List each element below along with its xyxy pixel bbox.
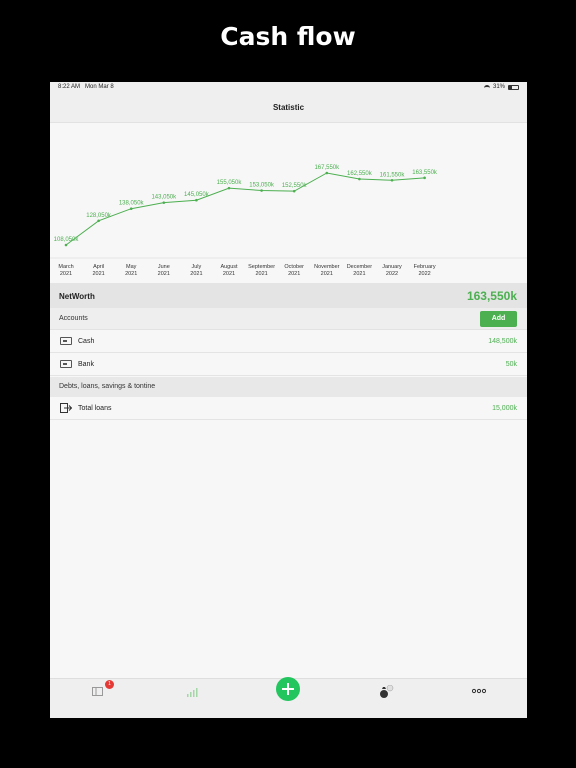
accounts-header-label: Accounts	[59, 315, 88, 322]
chart-data-label: 152,550k	[282, 183, 308, 189]
chart-data-label: 128,050k	[86, 213, 112, 219]
chart-x-tick-label: November	[314, 264, 340, 270]
chart-point	[195, 198, 198, 202]
chart-point	[129, 207, 133, 210]
bank-card-icon	[60, 360, 72, 368]
chart-x-tick-label: October	[284, 264, 304, 270]
networth-line-chart: 108,050k March 2021 128,050k April 2021 138,05…	[50, 123, 527, 283]
chart-data-label: 163,550k	[412, 170, 438, 176]
transactions-icon	[92, 687, 103, 696]
chart-data-label: 162,550k	[347, 171, 373, 177]
chart-x-tick-label: 2021	[353, 271, 365, 277]
more-icon	[472, 688, 486, 694]
account-row-bank[interactable]: Bank 50k	[50, 353, 527, 376]
chart-point	[358, 177, 361, 181]
chart-x-tick-label: June	[158, 264, 170, 270]
account-name: Cash	[78, 338, 95, 345]
status-time: 8:22 AM	[58, 84, 81, 90]
networth-label: NetWorth	[59, 292, 95, 301]
app-window: 8:22 AM Mon Mar 8 31% Statistic 108,050k…	[50, 82, 527, 718]
promo-title: Cash flow	[220, 22, 356, 51]
battery-icon	[508, 84, 519, 90]
chart-x-tick-label: 2022	[418, 271, 430, 277]
chart-x-tick-label: 2021	[92, 271, 104, 277]
notification-badge: 1	[105, 680, 114, 689]
chart-point	[97, 219, 100, 223]
debt-name: Total loans	[78, 405, 112, 412]
debt-value: 15,000k	[492, 405, 517, 412]
chart-data-label: 167,550k	[314, 165, 340, 171]
status-time-date: 8:22 AM Mon Mar 8	[58, 84, 114, 90]
chart-x-tick-label: 2021	[125, 271, 137, 277]
chart-x-tick-label: 2021	[158, 271, 170, 277]
chart-point	[227, 186, 231, 190]
add-account-button[interactable]: Add	[480, 311, 517, 327]
chart-data-label: 143,050k	[151, 195, 177, 201]
status-date: Mon Mar 8	[85, 84, 114, 90]
account-name: Bank	[78, 361, 94, 368]
networth-row[interactable]: NetWorth 163,550k	[50, 283, 527, 308]
chart-point	[162, 201, 166, 204]
chart-data-label: 153,050k	[249, 183, 275, 189]
chart-x-tick-label: December	[347, 264, 373, 270]
accounts-section-header: Accounts Add	[50, 308, 527, 330]
chart-data-label: 108,050k	[54, 237, 80, 243]
chart-x-tick-label: January	[382, 264, 402, 270]
page-title: Statistic	[272, 103, 305, 112]
debts-section-header: Debts, loans, savings & tontine	[50, 377, 527, 397]
chart-x-tick-label: 2021	[60, 271, 72, 277]
status-bar: 8:22 AM Mon Mar 8 31%	[50, 82, 527, 93]
chart-x-tick-label: 2021	[321, 271, 333, 277]
tab-more[interactable]	[468, 683, 492, 699]
networth-value: 163,550k	[466, 289, 517, 303]
chart-point	[390, 178, 394, 182]
tab-statistics[interactable]	[184, 683, 208, 699]
chart-data-label: 138,050k	[119, 201, 145, 207]
chart-x-tick-label: 2022	[386, 271, 398, 277]
navigation-bar: Statistic	[50, 93, 527, 123]
chart-point	[292, 189, 296, 193]
chart-x-tick-label: April	[93, 264, 104, 270]
debts-header-label: Debts, loans, savings & tontine	[59, 383, 156, 390]
account-row-cash[interactable]: Cash 148,500k	[50, 330, 527, 353]
chart-x-tick-label: May	[126, 264, 137, 270]
chart-x-tick-label: February	[414, 264, 436, 270]
chart-series-line	[65, 172, 425, 246]
chart-data-label: 145,050k	[184, 192, 210, 198]
account-balance: 148,500k	[488, 338, 517, 345]
wallet-icon	[60, 337, 72, 345]
bottom-tab-bar: 1	[50, 677, 527, 718]
tab-savings[interactable]	[377, 683, 401, 699]
loan-exit-icon	[60, 403, 72, 413]
battery-percent: 31%	[492, 84, 505, 90]
tab-transactions[interactable]: 1	[90, 680, 114, 699]
wifi-icon	[483, 84, 490, 90]
account-balance: 50k	[505, 361, 517, 368]
statistics-icon	[187, 688, 198, 697]
chart-x-tick-label: March	[58, 264, 73, 270]
debt-row-total-loans[interactable]: Total loans 15,000k	[50, 397, 527, 420]
chart-x-tick-label: August	[220, 264, 238, 270]
status-indicators: 31%	[483, 84, 519, 90]
add-transaction-button[interactable]	[276, 677, 300, 701]
chart-data-label: 155,050k	[217, 180, 243, 186]
chart-point	[260, 189, 263, 192]
chart-data-label: 161,550k	[380, 172, 406, 178]
chart-x-tick-label: 2021	[223, 271, 235, 277]
chart-x-tick-label: July	[192, 264, 202, 270]
chart-svg: 108,050kMarch2021128,050kApril2021138,05…	[50, 165, 527, 277]
chart-x-tick-label: 2021	[255, 271, 267, 277]
chart-point	[325, 171, 329, 175]
chart-x-tick-label: 2021	[288, 271, 300, 277]
chart-x-tick-label: September	[248, 264, 275, 270]
savings-bag-icon	[380, 685, 394, 698]
chart-point	[64, 243, 68, 247]
chart-point	[423, 176, 426, 180]
chart-x-tick-label: 2021	[190, 271, 202, 277]
